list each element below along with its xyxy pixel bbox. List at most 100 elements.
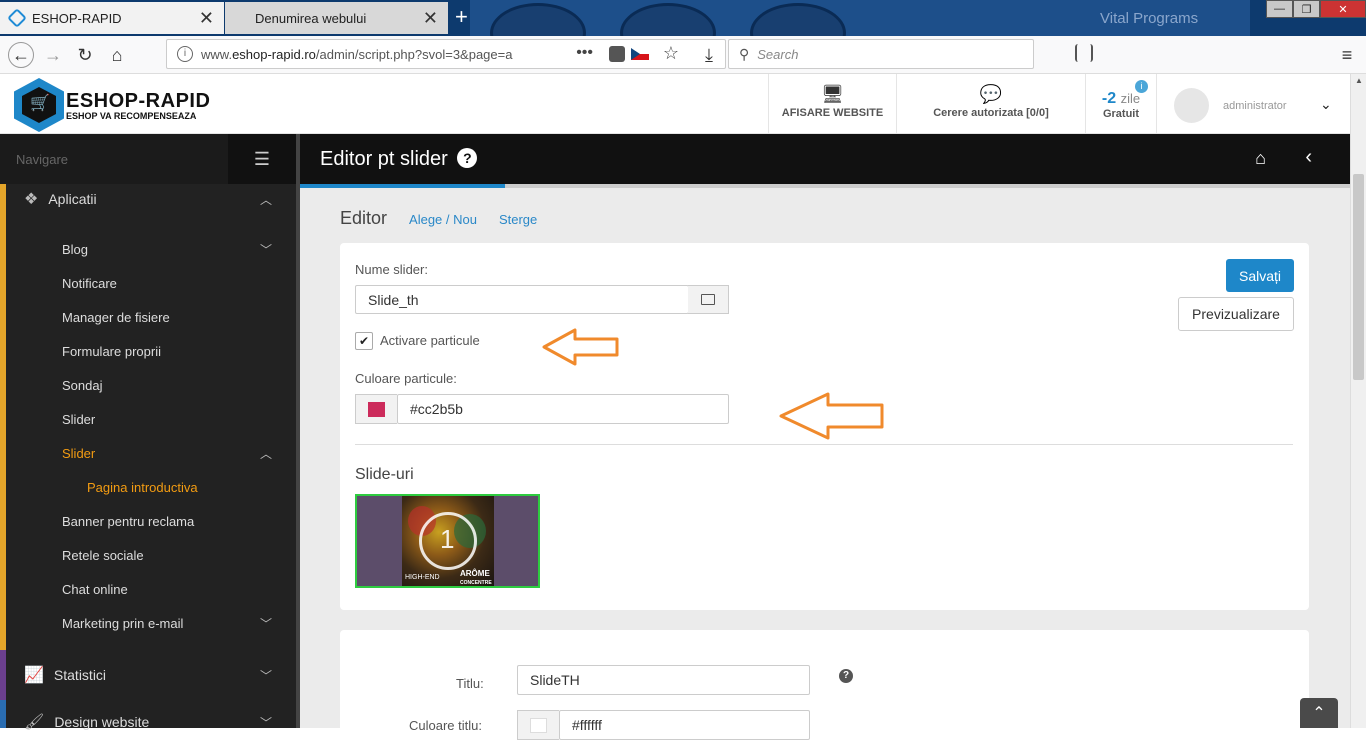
scroll-up-icon[interactable]: ▲ xyxy=(1355,76,1363,85)
editor-header: Editor Alege / Nou Sterge xyxy=(340,208,537,229)
logo[interactable]: 🛒 ESHOP-RAPID ESHOP VA RECOMPENSEAZA xyxy=(14,78,210,132)
choose-new-link[interactable]: Alege / Nou xyxy=(409,212,477,227)
reader-icon[interactable] xyxy=(1203,44,1221,62)
slider-name-input[interactable]: Slide_th xyxy=(355,285,689,314)
sidebar-item-statistici[interactable]: 📈 Statistici ﹀ xyxy=(0,653,296,697)
bookmark-star-icon[interactable]: ☆ xyxy=(663,43,679,64)
page-title-bar: Editor pt slider ? ⌂ ‹ xyxy=(300,134,1350,184)
logo-title: ESHOP-RAPID xyxy=(66,89,211,112)
subscription-days[interactable]: i -2 zile Gratuit xyxy=(1085,74,1157,134)
window-controls: — ❐ ✕ xyxy=(1266,0,1366,18)
back-button[interactable]: ← xyxy=(8,42,34,68)
slide-settings-card: Titlu: SlideTH ? Culoare titlu: #ffffff xyxy=(340,630,1309,750)
monitor-icon: 🖥 xyxy=(821,84,844,104)
search-input[interactable]: ⚲ Search xyxy=(728,39,1034,69)
sidebar-item-label: Slider xyxy=(62,411,96,427)
username[interactable]: administrator xyxy=(1223,100,1287,112)
slide-thumbnail[interactable]: 1 HIGH-END ARÔME CONCENTRE xyxy=(355,494,540,588)
close-window-button[interactable]: ✕ xyxy=(1320,0,1366,18)
sidebar-item-sondaj[interactable]: Sondaj xyxy=(0,368,296,402)
adblock-icon[interactable] xyxy=(1171,44,1189,62)
minimize-button[interactable]: — xyxy=(1266,0,1293,18)
preview-button[interactable]: Previzualizare xyxy=(1178,297,1294,331)
sidebar-item-aplicatii[interactable]: ❖ Aplicatii ︿ xyxy=(0,177,296,221)
title-color-picker-button[interactable] xyxy=(517,710,559,740)
reload-button[interactable]: ↻ xyxy=(72,42,98,68)
extension-icon[interactable] xyxy=(1267,44,1285,62)
color-picker-button[interactable] xyxy=(355,394,397,424)
sidebar-item-banner[interactable]: Banner pentru reclama xyxy=(0,504,296,538)
language-flag-icon[interactable] xyxy=(631,48,649,60)
sidebar-item-manager-fisiere[interactable]: Manager de fisiere xyxy=(0,300,296,334)
page-actions-icon[interactable]: ••• xyxy=(576,44,593,62)
sidebar-item-label: Chat online xyxy=(62,581,128,597)
scroll-to-top-button[interactable]: ⌃ xyxy=(1300,698,1338,728)
library-icon[interactable] xyxy=(1075,44,1093,62)
logo-subtitle: ESHOP VA RECOMPENSEAZA xyxy=(66,110,197,121)
sidebar-item-design-website[interactable]: 🖌 Design website ﹀ xyxy=(0,700,296,744)
particle-color-input[interactable]: #cc2b5b xyxy=(397,394,729,424)
page-progress-bar xyxy=(300,184,1350,188)
slider-name-label: Nume slider: xyxy=(355,262,428,277)
sidebar-item-notificare[interactable]: Notificare xyxy=(0,266,296,300)
slide-title-input[interactable]: SlideTH xyxy=(517,665,810,695)
image-picker-button[interactable] xyxy=(688,285,729,314)
maximize-button[interactable]: ❐ xyxy=(1293,0,1320,18)
sidebar-item-slider-active[interactable]: Slider ︿ xyxy=(0,436,296,470)
ublock-icon[interactable] xyxy=(1107,44,1125,62)
chevron-down-icon[interactable]: ⌄ xyxy=(1320,96,1332,113)
sidebar-item-label: Notificare xyxy=(62,275,117,291)
requests-label: Cerere autorizata [0/0] xyxy=(933,107,1049,119)
slide-brand-text: ARÔME CONCENTRE xyxy=(460,569,492,587)
help-icon[interactable]: ? xyxy=(457,147,478,168)
eshop-favicon-icon xyxy=(7,8,27,28)
requests-button[interactable]: 💬 Cerere autorizata [0/0] xyxy=(896,74,1085,134)
close-tab-icon[interactable]: ✕ xyxy=(199,8,214,29)
page-scrollbar[interactable]: ▲ xyxy=(1350,74,1366,728)
view-website-label: AFISARE WEBSITE xyxy=(781,107,884,119)
editor-label: Editor xyxy=(340,208,388,228)
browser-toolbar: ← → ↻ ⌂ i www.eshop-rapid.ro/admin/scrip… xyxy=(0,36,1366,74)
logo-hexagon-icon: 🛒 xyxy=(14,78,64,132)
divider xyxy=(355,444,1293,445)
title-color-input[interactable]: #ffffff xyxy=(559,710,810,740)
sidebar-item-blog[interactable]: Blog ﹀ xyxy=(0,232,296,266)
sidebar-item-pagina-introductiva[interactable]: Pagina introductiva xyxy=(0,470,296,504)
scrollbar-thumb[interactable] xyxy=(1353,174,1364,380)
cart-icon: 🛒 xyxy=(30,95,50,112)
close-tab-icon[interactable]: ✕ xyxy=(423,8,438,29)
info-icon[interactable]: i xyxy=(1135,80,1148,93)
view-website-button[interactable]: 🖥 AFISARE WEBSITE xyxy=(768,74,896,134)
sidebar-item-slider[interactable]: Slider xyxy=(0,402,296,436)
image-icon xyxy=(701,294,715,305)
sidebar-item-marketing-email[interactable]: Marketing prin e-mail ﹀ xyxy=(0,606,296,640)
back-icon[interactable]: ‹ xyxy=(1305,146,1312,169)
new-tab-button[interactable]: + xyxy=(455,4,468,30)
sidebar-item-label: Formulare proprii xyxy=(62,343,161,359)
avatar[interactable] xyxy=(1174,88,1209,123)
browser-tab-eshop[interactable]: ESHOP-RAPID ✕ xyxy=(0,2,224,34)
browser-tab-denumire[interactable]: Denumirea webului ✕ xyxy=(225,2,448,34)
menu-icon[interactable]: ≡ xyxy=(1334,42,1360,68)
translate-icon[interactable] xyxy=(1139,44,1157,62)
sidebar-item-retele-sociale[interactable]: Retele sociale xyxy=(0,538,296,572)
app-header: 🛒 ESHOP-RAPID ESHOP VA RECOMPENSEAZA 🖥 A… xyxy=(0,74,1350,134)
color-swatch xyxy=(368,402,385,417)
home-icon[interactable]: ⌂ xyxy=(1255,148,1266,169)
delete-link[interactable]: Sterge xyxy=(499,212,537,227)
sidebar-item-label: Slider xyxy=(62,445,96,461)
download-icon[interactable]: ⤓ xyxy=(696,42,722,68)
save-button[interactable]: Salvați xyxy=(1226,259,1294,292)
particles-label: Activare particule xyxy=(380,333,480,348)
pocket-icon[interactable] xyxy=(609,46,625,62)
site-info-icon[interactable]: i xyxy=(177,46,193,62)
url-bar[interactable]: i www.eshop-rapid.ro/admin/script.php?sv… xyxy=(166,39,726,69)
particles-checkbox[interactable]: ✔ xyxy=(355,332,373,350)
sidebar-item-formulare[interactable]: Formulare proprii xyxy=(0,334,296,368)
sidebar-item-chat-online[interactable]: Chat online xyxy=(0,572,296,606)
home-button[interactable]: ⌂ xyxy=(104,42,130,68)
help-icon[interactable]: ? xyxy=(839,669,853,683)
forward-button[interactable]: → xyxy=(40,42,66,68)
extension-icon[interactable] xyxy=(1235,44,1253,62)
extension-icon[interactable] xyxy=(1299,44,1317,62)
